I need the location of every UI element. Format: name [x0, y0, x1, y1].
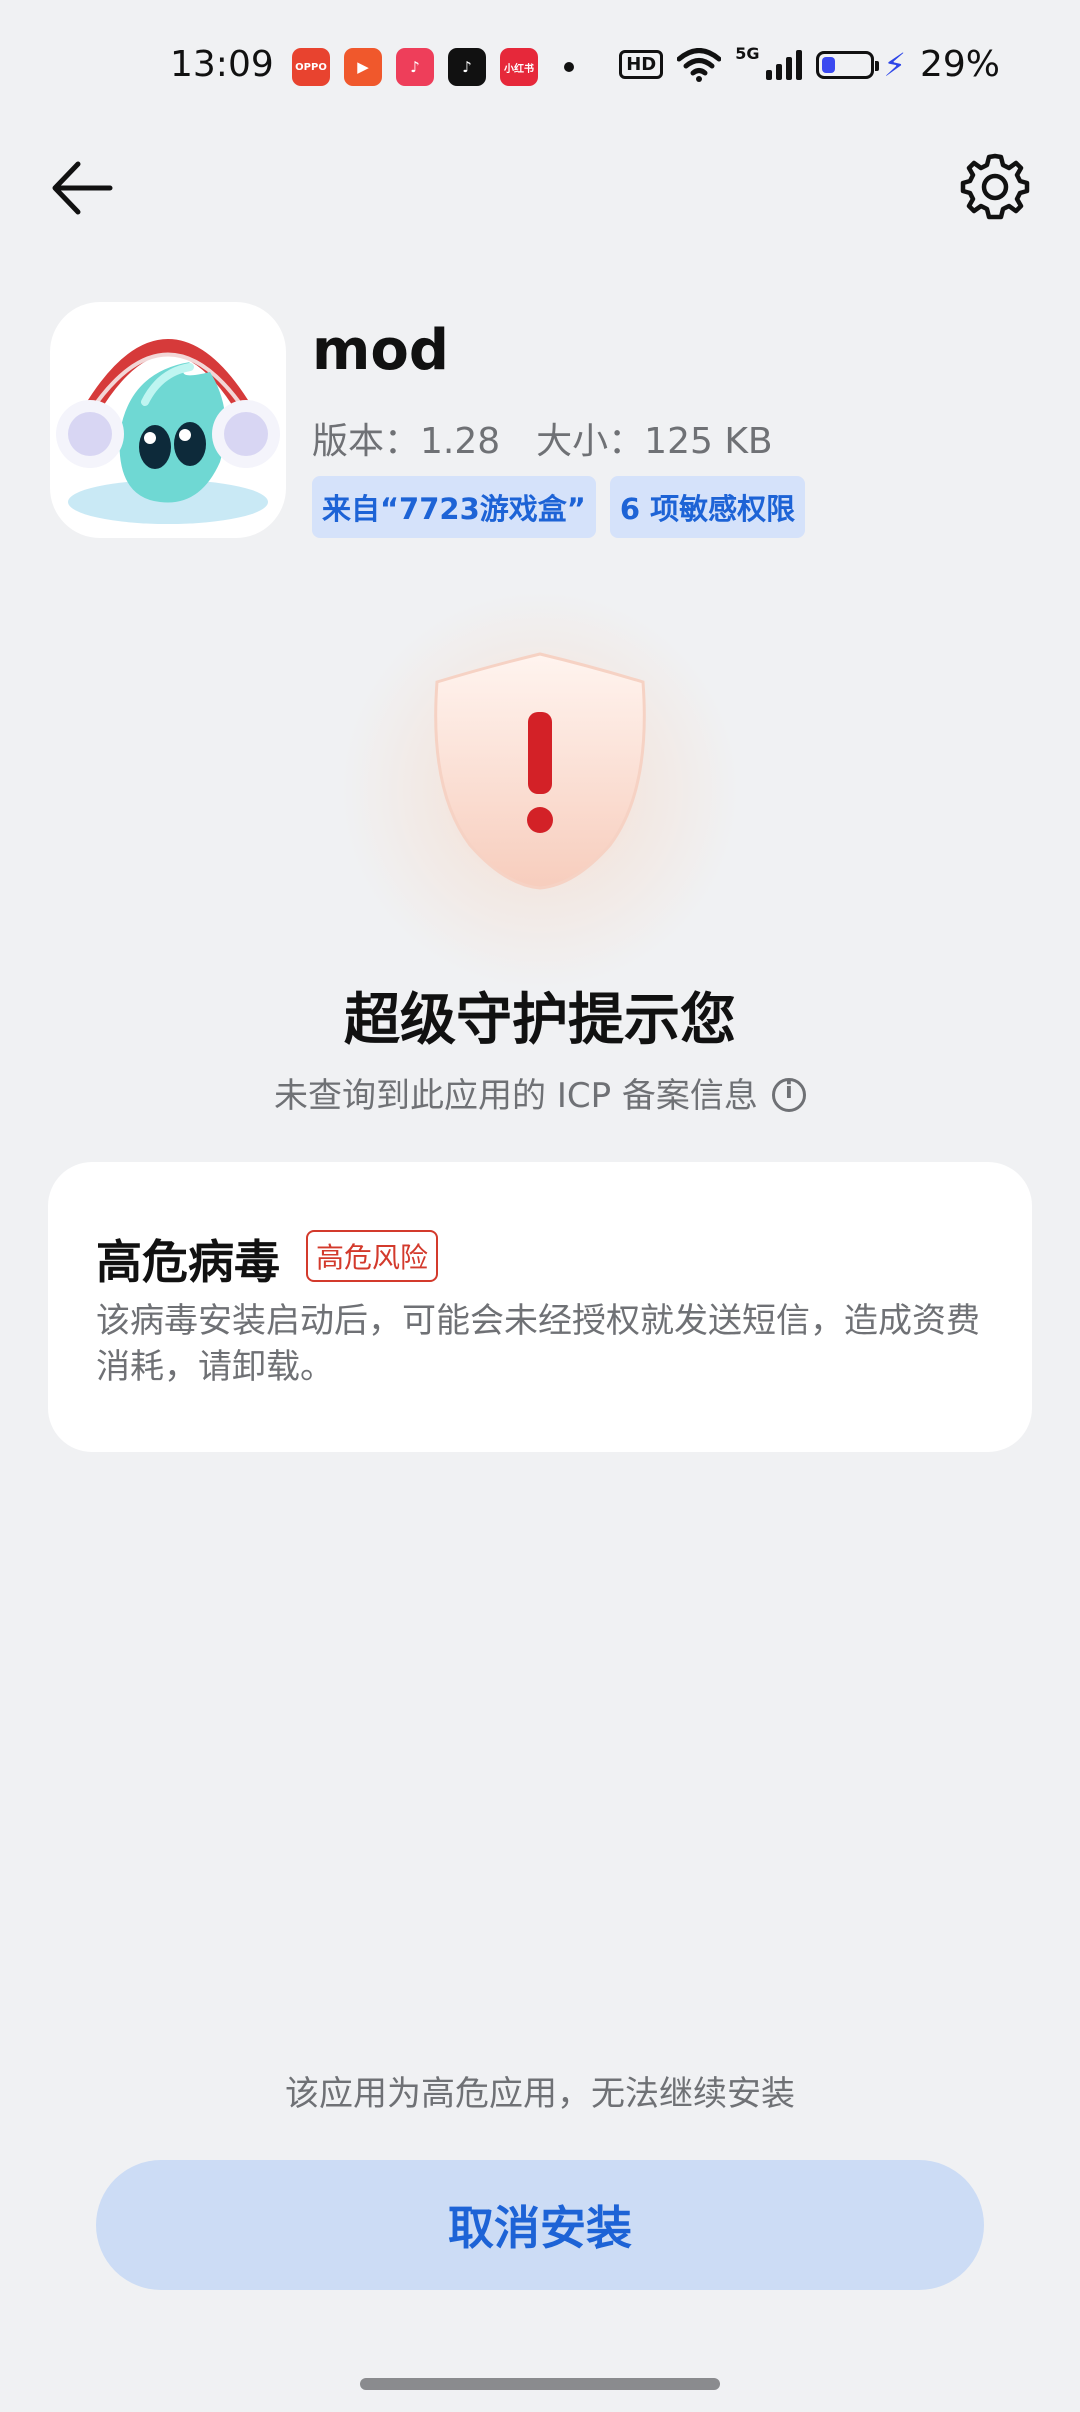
- oppo-app-icon: OPPO: [292, 48, 330, 86]
- battery-level: [821, 56, 835, 73]
- settings-gear-icon[interactable]: [960, 152, 1030, 222]
- battery-icon: [815, 50, 879, 79]
- app-icon: [50, 302, 286, 538]
- risk-description: 该病毒安装启动后，可能会未经授权就发送短信，造成资费消耗，请卸载。: [96, 1301, 980, 1387]
- hd-icon: HD: [619, 50, 664, 79]
- tiktok-icon: ♪: [448, 48, 486, 86]
- system-indicators: HD 5G ⚡ 29%: [619, 44, 1000, 85]
- install-warning-screen: 13:09 OPPO ▶ ♪ ♪ 小红书 HD 5G ⚡ 29% mod 版本：…: [0, 0, 1080, 2412]
- home-indicator[interactable]: [360, 2378, 720, 2390]
- status-time: 13:09: [170, 44, 274, 85]
- music-app-icon: ♪: [396, 48, 434, 86]
- network-type-label: 5G: [735, 44, 760, 63]
- permissions-chip[interactable]: 6 项敏感权限: [609, 476, 806, 538]
- icp-notice-text: 未查询到此应用的 ICP 备案信息: [274, 1076, 758, 1116]
- risk-card: 高危病毒 高危风险 该病毒安装启动后，可能会未经授权就发送短信，造成资费消耗，请…: [48, 1162, 1032, 1452]
- app-meta: 版本：1.28 大小：125 KB: [312, 412, 773, 464]
- warning-shield-icon: [434, 652, 646, 890]
- source-chip[interactable]: 来自“7723游戏盒”: [312, 476, 596, 538]
- app-version: 版本：1.28: [312, 421, 501, 462]
- notification-icons: OPPO ▶ ♪ ♪ 小红书: [292, 48, 574, 86]
- wifi-icon: [677, 47, 722, 82]
- app-size: 大小：125 KB: [536, 421, 773, 462]
- warning-subtitle: 未查询到此应用的 ICP 备案信息: [0, 1068, 1080, 1117]
- cancel-install-button[interactable]: 取消安装: [96, 2160, 984, 2290]
- status-bar: 13:09 OPPO ▶ ♪ ♪ 小红书 HD 5G ⚡ 29%: [0, 0, 1080, 140]
- install-blocked-note: 该应用为高危应用，无法继续安装: [285, 2074, 795, 2114]
- charging-icon: ⚡: [883, 45, 906, 84]
- signal-icon: [765, 49, 802, 80]
- app-name: mod: [312, 318, 449, 383]
- risk-badge: 高危风险: [306, 1230, 439, 1282]
- xiaohongshu-icon: 小红书: [500, 48, 538, 86]
- app-chips: 来自“7723游戏盒” 6 项敏感权限: [312, 476, 806, 538]
- risk-title: 高危病毒: [96, 1235, 280, 1289]
- battery-percent: 29%: [919, 44, 1000, 85]
- video-app-icon: ▶: [344, 48, 382, 86]
- back-arrow-icon[interactable]: [48, 150, 118, 220]
- info-icon[interactable]: [771, 1078, 806, 1112]
- warning-title: 超级守护提示您: [344, 988, 736, 1053]
- more-notifications-icon: [564, 62, 574, 72]
